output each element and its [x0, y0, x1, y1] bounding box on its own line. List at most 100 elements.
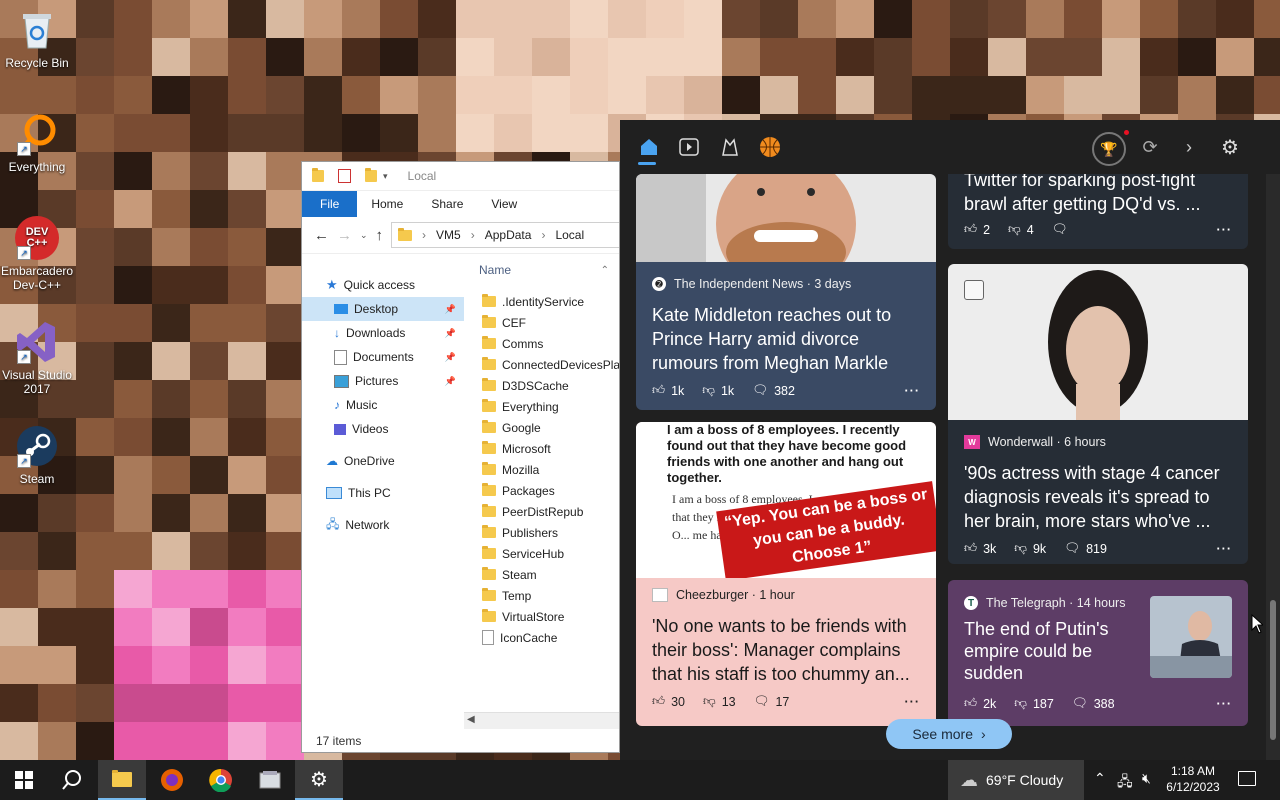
scrollbar-thumb[interactable]	[1270, 600, 1276, 740]
news-headline[interactable]: Kate Middleton reaches out to Prince Har…	[652, 303, 920, 375]
thumbs-down-icon[interactable]: 👎︎	[1008, 222, 1021, 237]
forward-arrow-icon[interactable]: →	[337, 227, 352, 244]
properties-icon[interactable]	[338, 169, 351, 183]
pin-icon[interactable]: 📌	[445, 328, 456, 339]
devcpp-shortcut[interactable]: DEV C++ ↗ Embarcadero Dev-C++	[1, 216, 73, 292]
tab-home[interactable]: Home	[357, 191, 417, 217]
news-card-kate-middleton[interactable]: ➋ The Independent News · 3 days Kate Mid…	[636, 174, 936, 410]
action-center-notification-icon[interactable]	[1238, 771, 1256, 786]
news-headline[interactable]: '90s actress with stage 4 cancer diagnos…	[964, 461, 1232, 533]
file-list-row[interactable]: Steam	[464, 564, 619, 585]
file-list-row[interactable]: Temp	[464, 585, 619, 606]
file-list-row[interactable]: D3DSCache	[464, 375, 619, 396]
thumbs-up-icon[interactable]: 👍︎	[964, 541, 977, 556]
thumbs-down-icon[interactable]: 👎︎	[703, 694, 716, 709]
file-explorer-window[interactable]: ▾ Local File Home Share View ← → ⌄ ↑ › V…	[301, 161, 620, 753]
more-options-icon[interactable]: ···	[905, 384, 921, 398]
thumbs-up-icon[interactable]: 👍︎	[652, 694, 665, 709]
video-play-icon[interactable]	[676, 134, 702, 160]
comment-icon[interactable]: 🗨︎	[1052, 222, 1068, 237]
nav-item-music[interactable]: ♪ Music	[302, 393, 464, 417]
pin-icon[interactable]: 📌	[445, 352, 456, 363]
nav-item-this-pc[interactable]: This PC	[302, 481, 464, 505]
recycle-bin-icon[interactable]: Recycle Bin	[1, 8, 73, 70]
steam-shortcut[interactable]: ↗ Steam	[1, 424, 73, 486]
tab-file[interactable]: File	[302, 191, 358, 217]
tab-share[interactable]: Share	[417, 191, 477, 217]
file-list-row[interactable]: Mozilla	[464, 459, 619, 480]
home-icon[interactable]	[636, 134, 662, 160]
news-card-boss-friends[interactable]: I am a boss of 8 employees. I recently f…	[636, 422, 936, 726]
network-tray-icon[interactable]: 🖧	[1117, 771, 1133, 795]
pin-icon[interactable]: 📌	[445, 304, 456, 315]
search-icon[interactable]	[48, 760, 96, 800]
tab-view[interactable]: View	[477, 191, 531, 217]
column-header-name[interactable]: Name ⌃	[464, 262, 619, 278]
scroll-left-icon[interactable]: ◀	[467, 714, 475, 725]
recent-locations-chevron-icon[interactable]: ⌄	[360, 230, 368, 241]
thumbs-down-icon[interactable]: 👎︎	[1014, 696, 1027, 711]
settings-gear-icon[interactable]: ⚙	[1217, 134, 1243, 160]
file-list-row[interactable]: Packages	[464, 480, 619, 501]
basketball-icon[interactable]	[757, 134, 783, 160]
nav-item-desktop[interactable]: Desktop 📌	[302, 297, 464, 321]
address-bar[interactable]: › VM5 › AppData › Local	[391, 222, 619, 248]
file-list-row[interactable]: CEF	[464, 312, 619, 333]
file-list-row[interactable]: VirtualStore	[464, 606, 619, 627]
comment-icon[interactable]: 🗨︎	[752, 383, 768, 398]
news-headline[interactable]: Twitter for sparking post-fight brawl af…	[964, 174, 1232, 216]
everything-shortcut[interactable]: ↗ Everything	[1, 112, 73, 174]
breadcrumb-item[interactable]: AppData	[485, 228, 532, 242]
firefox-icon[interactable]	[148, 760, 196, 800]
news-card-90s-actress[interactable]: W Wonderwall · 6 hours '90s actress with…	[948, 264, 1248, 564]
nav-item-onedrive[interactable]: ☁ OneDrive	[302, 449, 464, 473]
clock[interactable]: 1:18 AM 6/12/2023	[1162, 763, 1224, 795]
nav-item-documents[interactable]: Documents 📌	[302, 345, 464, 369]
settings-taskbar-icon[interactable]: ⚙	[295, 760, 343, 800]
news-card-putin-empire[interactable]: T The Telegraph · 14 hours The end of Pu…	[948, 580, 1248, 726]
show-hidden-icons-chevron-icon[interactable]: ⌃	[1094, 770, 1106, 787]
more-options-icon[interactable]: ···	[1217, 697, 1233, 711]
breadcrumb-item[interactable]: VM5	[436, 228, 461, 242]
thumbs-up-icon[interactable]: 👍︎	[964, 696, 977, 711]
file-list-row[interactable]: Microsoft	[464, 438, 619, 459]
file-list-row[interactable]: Comms	[464, 333, 619, 354]
see-more-button[interactable]: See more ›	[886, 719, 1012, 749]
news-card-twitter-brawl[interactable]: Twitter for sparking post-fight brawl af…	[948, 174, 1248, 249]
nav-item-pictures[interactable]: Pictures 📌	[302, 369, 464, 393]
news-headline[interactable]: The end of Putin's empire could be sudde…	[964, 618, 1144, 684]
file-explorer-taskbar-icon[interactable]	[98, 760, 146, 800]
more-options-icon[interactable]: ···	[905, 695, 921, 709]
pin-icon[interactable]: 📌	[445, 376, 456, 387]
thumbs-up-icon[interactable]: 👍︎	[964, 222, 977, 237]
thumbs-down-icon[interactable]: 👎︎	[702, 383, 715, 398]
photos-app-icon[interactable]	[246, 760, 294, 800]
file-list-row[interactable]: Google	[464, 417, 619, 438]
nav-item-network[interactable]: 🖧 Network	[302, 513, 464, 537]
nav-item-videos[interactable]: Videos	[302, 417, 464, 441]
chrome-icon[interactable]	[197, 760, 245, 800]
file-list-row[interactable]: Publishers	[464, 522, 619, 543]
quick-access-dropdown-icon[interactable]: ▾	[383, 171, 388, 182]
thumbs-down-icon[interactable]: 👎︎	[1014, 541, 1027, 556]
chevron-right-icon[interactable]: ›	[1176, 134, 1202, 160]
rewards-trophy-icon[interactable]: 🏆	[1092, 132, 1126, 166]
vertical-scrollbar[interactable]	[1266, 174, 1280, 760]
visual-studio-shortcut[interactable]: ↗ Visual Studio 2017	[1, 320, 73, 396]
nav-item-downloads[interactable]: ↓ Downloads 📌	[302, 321, 464, 345]
new-folder-icon[interactable]	[365, 168, 377, 182]
comment-icon[interactable]: 🗨︎	[1072, 696, 1088, 711]
news-headline[interactable]: 'No one wants to be friends with their b…	[652, 614, 920, 686]
breadcrumb-item[interactable]: Local	[555, 228, 584, 242]
weather-widget[interactable]: ☁ 69°F Cloudy	[948, 760, 1084, 800]
nav-item-quick-access[interactable]: ★ Quick access	[302, 273, 464, 297]
file-list-row[interactable]: IconCache	[464, 627, 619, 648]
file-list-row[interactable]: PeerDistRepub	[464, 501, 619, 522]
file-list-row[interactable]: Everything	[464, 396, 619, 417]
comment-icon[interactable]: 🗨︎	[1064, 541, 1080, 556]
file-list-row[interactable]: .IdentityService	[464, 291, 619, 312]
start-windows-icon[interactable]	[0, 760, 48, 800]
more-options-icon[interactable]: ···	[1217, 542, 1233, 556]
more-options-icon[interactable]: ···	[1217, 223, 1233, 237]
horizontal-scrollbar[interactable]: ◀	[464, 712, 619, 729]
